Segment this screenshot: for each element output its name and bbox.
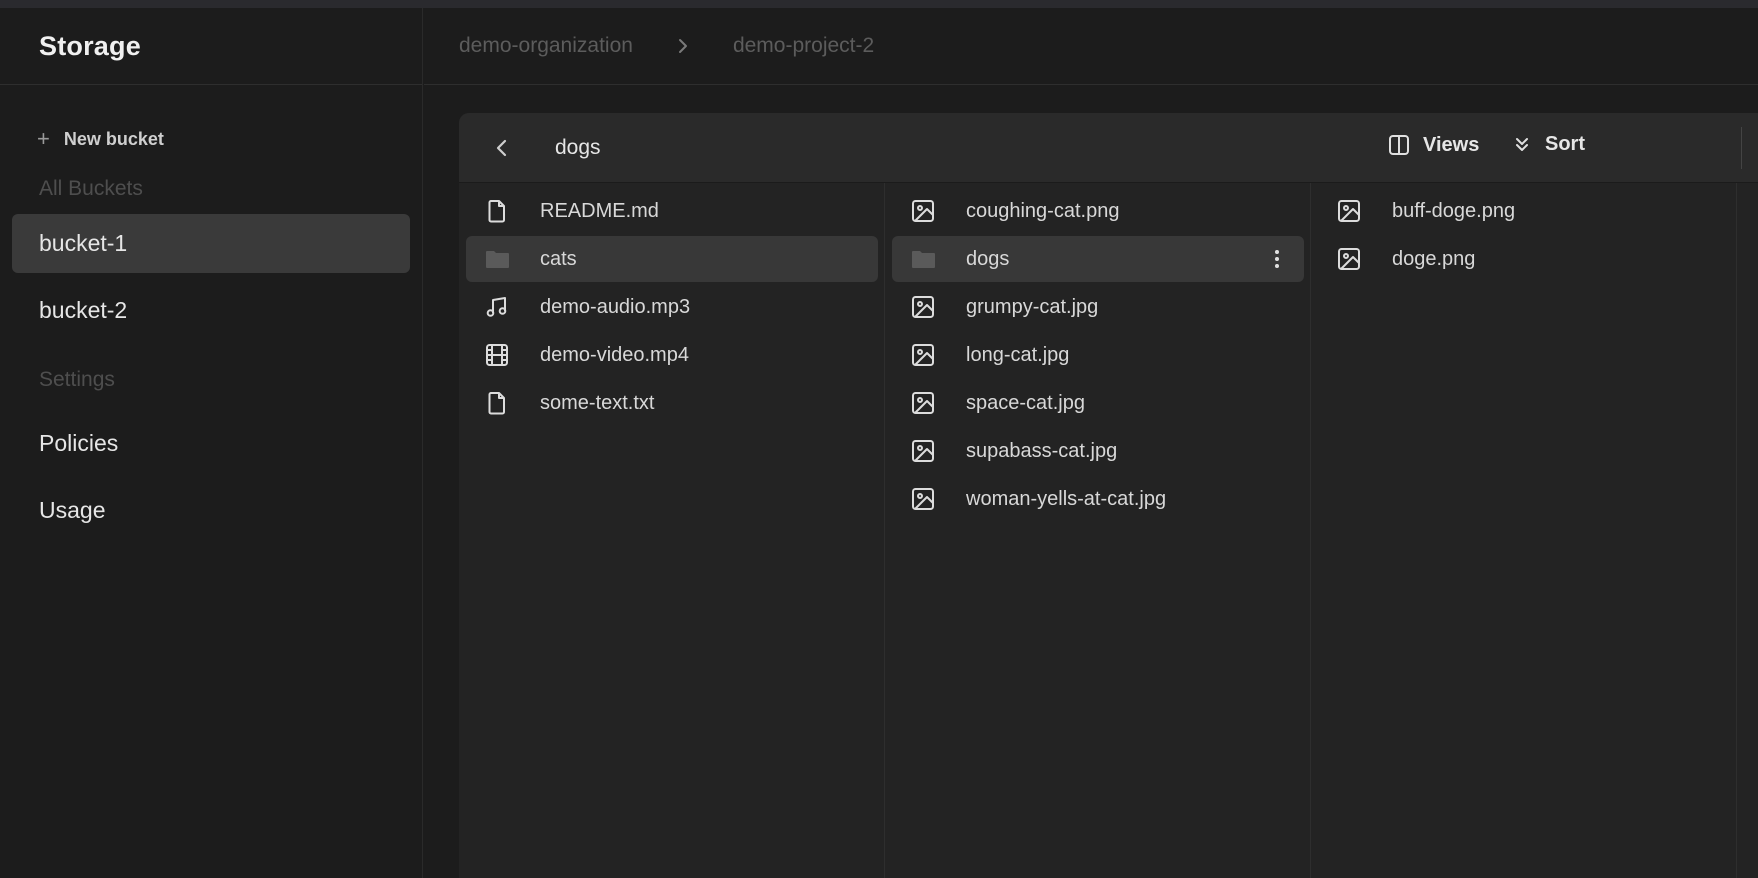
file-name: demo-audio.mp3 [540,296,691,318]
columns-icon [1387,133,1411,157]
list-item[interactable]: woman-yells-at-cat.jpg [892,476,1304,522]
list-item[interactable]: cats [466,236,878,282]
breadcrumb: demo-organization demo-project-2 [424,8,1758,85]
folder-icon [484,246,510,272]
list-item[interactable]: buff-doge.png [1318,188,1730,234]
chevron-right-icon [633,38,733,54]
file-name: dogs [966,248,1010,270]
sidebar-item-label: Usage [39,497,106,523]
sidebar-item-policies[interactable]: Policies [12,414,410,473]
file-name: doge.png [1392,248,1476,270]
list-item[interactable]: doge.png [1318,236,1730,282]
image-icon [1336,198,1362,224]
music-icon [484,294,510,320]
list-item[interactable]: demo-video.mp4 [466,332,878,378]
more-vertical-icon[interactable] [1264,246,1290,272]
file-name: some-text.txt [540,392,655,414]
file-name: woman-yells-at-cat.jpg [966,488,1167,510]
explorer-column-1: README.md cats demo-audio.mp3 demo-video… [459,183,885,878]
sidebar-header: Storage [0,8,422,85]
sidebar-item-usage[interactable]: Usage [12,481,410,540]
file-name: buff-doge.png [1392,200,1516,222]
breadcrumb-organization[interactable]: demo-organization [459,34,633,58]
file-name: README.md [540,200,659,222]
file-name: demo-video.mp4 [540,344,689,366]
list-item[interactable]: coughing-cat.png [892,188,1304,234]
list-item[interactable]: dogs [892,236,1304,282]
chevrons-down-icon [1511,134,1533,156]
sidebar-item-label: bucket-2 [39,297,128,323]
views-button[interactable]: Views [1387,133,1479,157]
explorer-column-3: buff-doge.png doge.png [1311,183,1737,878]
list-item[interactable]: some-text.txt [466,380,878,426]
list-item[interactable]: long-cat.jpg [892,332,1304,378]
views-label: Views [1423,133,1480,156]
list-item[interactable]: demo-audio.mp3 [466,284,878,330]
image-icon [910,198,936,224]
sidebar-item-label: bucket-1 [39,230,128,256]
sort-button[interactable]: Sort [1511,133,1585,156]
all-buckets-label: All Buckets [39,177,143,200]
sidebar-item-bucket-2[interactable]: bucket-2 [12,281,410,340]
back-button[interactable] [489,135,515,161]
window-top-edge [0,0,1758,8]
sidebar-title: Storage [39,30,141,61]
film-icon [484,342,510,368]
folder-icon [910,246,936,272]
new-bucket-button[interactable]: + New bucket [37,128,164,150]
file-name: cats [540,248,577,270]
image-icon [910,486,936,512]
current-folder-name: dogs [555,136,601,159]
list-item[interactable]: grumpy-cat.jpg [892,284,1304,330]
sidebar-item-bucket-1[interactable]: bucket-1 [12,214,410,273]
header-divider [1741,127,1742,169]
settings-section-label: Settings [39,368,115,391]
file-name: supabass-cat.jpg [966,440,1118,462]
list-item[interactable]: supabass-cat.jpg [892,428,1304,474]
image-icon [910,438,936,464]
file-name: space-cat.jpg [966,392,1085,414]
new-bucket-label: New bucket [63,128,164,149]
sidebar: Storage + New bucket All Buckets bucket-… [0,8,423,878]
storage-app: Storage + New bucket All Buckets bucket-… [0,0,1758,878]
explorer-header: dogs Views Sort [459,113,1758,183]
plus-icon: + [37,126,50,151]
file-name: coughing-cat.png [966,200,1120,222]
sidebar-item-label: Policies [39,430,119,456]
file-name: long-cat.jpg [966,344,1070,366]
file-name: grumpy-cat.jpg [966,296,1099,318]
image-icon [910,390,936,416]
image-icon [910,342,936,368]
list-item[interactable]: space-cat.jpg [892,380,1304,426]
chevron-left-icon [496,139,507,157]
image-icon [1336,246,1362,272]
file-icon [484,198,510,224]
explorer-column-2: coughing-cat.png dogs grumpy-cat.jpg lon… [885,183,1311,878]
file-explorer: dogs Views Sort README.md cats demo-audi… [459,113,1758,878]
image-icon [910,294,936,320]
list-item[interactable]: README.md [466,188,878,234]
file-icon [484,390,510,416]
sort-label: Sort [1545,133,1585,155]
breadcrumb-project[interactable]: demo-project-2 [733,34,874,58]
